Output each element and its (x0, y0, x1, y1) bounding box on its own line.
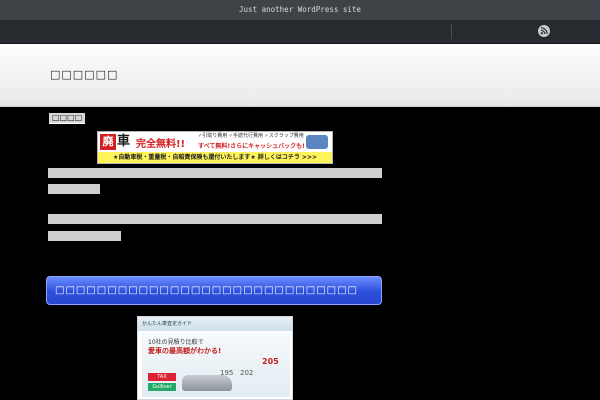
post-title[interactable]: □□□□ (49, 113, 86, 124)
car-icon (306, 135, 328, 149)
main-navigation (0, 20, 600, 44)
banner-cashback-text: すべて無料!さらにキャッシュバックも! (198, 143, 305, 150)
car-appraisal-ad[interactable]: かんたん車査定ガイド 10社の見積り比較で 愛車の最高額がわかる! TAX Gu… (137, 316, 293, 400)
banner-fee-list: ✓引取り費用 ✓手続代行費用 ✓スクラップ費用 (198, 133, 304, 139)
ad-header: かんたん車査定ガイド (138, 317, 292, 331)
ad-price: 202 (240, 369, 254, 377)
site-title[interactable]: □□□□□□ (50, 68, 118, 81)
paragraph-line (48, 168, 382, 178)
site-tagline: Just another WordPress site (239, 5, 361, 14)
ad-gulliver-logo: Gulliver (148, 383, 176, 391)
rss-icon[interactable] (538, 25, 550, 37)
car-image (182, 375, 232, 391)
banner-kanji-haisha: 廃 (100, 134, 116, 150)
nav-divider (451, 24, 452, 39)
paragraph-line (48, 184, 100, 194)
ad-price: 195 (220, 369, 234, 377)
ad-line: 10社の見積り比較で (148, 339, 204, 346)
banner-kanji-kuruma: 車 (117, 134, 131, 149)
paragraph-line (48, 231, 121, 241)
scrap-car-banner[interactable]: 廃 車 完全無料!! ✓引取り費用 ✓手続代行費用 ✓スクラップ費用 すべて無料… (97, 131, 333, 164)
banner-refund-strip: ★自動車税・重量税・自賠責保険も還付いたします★ 詳しくはコチラ >>> (98, 152, 332, 163)
banner-free-text: 完全無料!! (136, 139, 186, 150)
ad-price-highlight: 205 (262, 357, 279, 366)
tagline-bar: Just another WordPress site (0, 0, 600, 20)
ad-highlight: 愛車の最高額がわかる! (148, 347, 222, 355)
paragraph-line (48, 214, 382, 224)
section-heading-text: □□□□□□□□□□□□□□□□□□□□□□□□□□□□□ (55, 285, 358, 296)
ad-body: 10社の見積り比較で 愛車の最高額がわかる! TAX Gulliver 195 … (142, 333, 290, 397)
section-heading: □□□□□□□□□□□□□□□□□□□□□□□□□□□□□ (46, 276, 382, 305)
ad-tax-logo: TAX (148, 373, 176, 381)
